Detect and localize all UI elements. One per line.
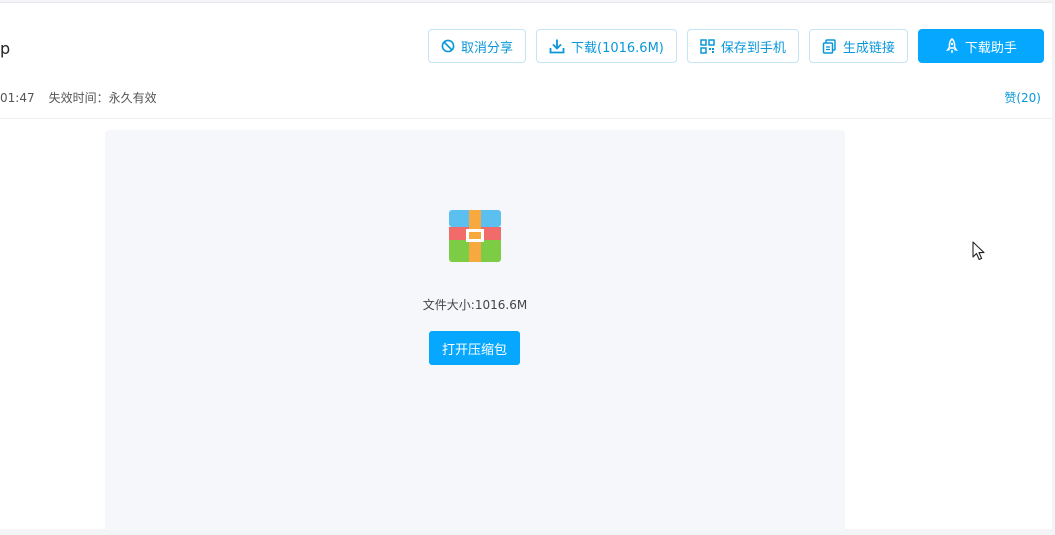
share-meta: 01:47 失效时间：永久有效 [0, 89, 157, 106]
zip-archive-icon [449, 210, 501, 262]
copy-icon [822, 38, 837, 54]
download-button[interactable]: 下载(1016.6M) [536, 29, 677, 63]
share-title: p [0, 39, 11, 58]
cancel-share-label: 取消分享 [461, 40, 514, 56]
file-size-label: 文件大小:1016.6M [422, 298, 528, 312]
expiry-time: 失效时间：永久有效 [48, 91, 157, 105]
open-archive-button[interactable]: 打开压缩包 [429, 331, 520, 365]
save-to-phone-button[interactable]: 保存到手机 [686, 29, 799, 63]
download-label: 下载(1016.6M) [571, 40, 664, 56]
qrcode-icon [700, 38, 715, 54]
share-time: 01:47 [0, 91, 35, 105]
save-to-phone-label: 保存到手机 [720, 40, 786, 56]
file-preview: 文件大小:1016.6M 打开压缩包 [105, 130, 845, 531]
cancel-share-button[interactable]: 取消分享 [428, 29, 527, 63]
download-assistant-label: 下载助手 [964, 40, 1017, 56]
generate-link-label: 生成链接 [842, 40, 895, 56]
ban-icon [441, 39, 455, 53]
toolbar: 取消分享 下载(1016.6M) 保存到手机 生成链接 下载助手 [428, 29, 1044, 63]
share-card: p 取消分享 下载(1016.6M) 保存到手机 生成链接 下载助手 01:47… [0, 2, 1052, 531]
mouse-cursor-icon [972, 241, 986, 265]
like-link[interactable]: 赞(20) [1004, 89, 1041, 106]
generate-link-button[interactable]: 生成链接 [808, 29, 908, 63]
download-icon [549, 38, 565, 54]
rocket-icon [945, 38, 959, 54]
download-assistant-button[interactable]: 下载助手 [917, 29, 1044, 63]
divider [0, 118, 1052, 119]
